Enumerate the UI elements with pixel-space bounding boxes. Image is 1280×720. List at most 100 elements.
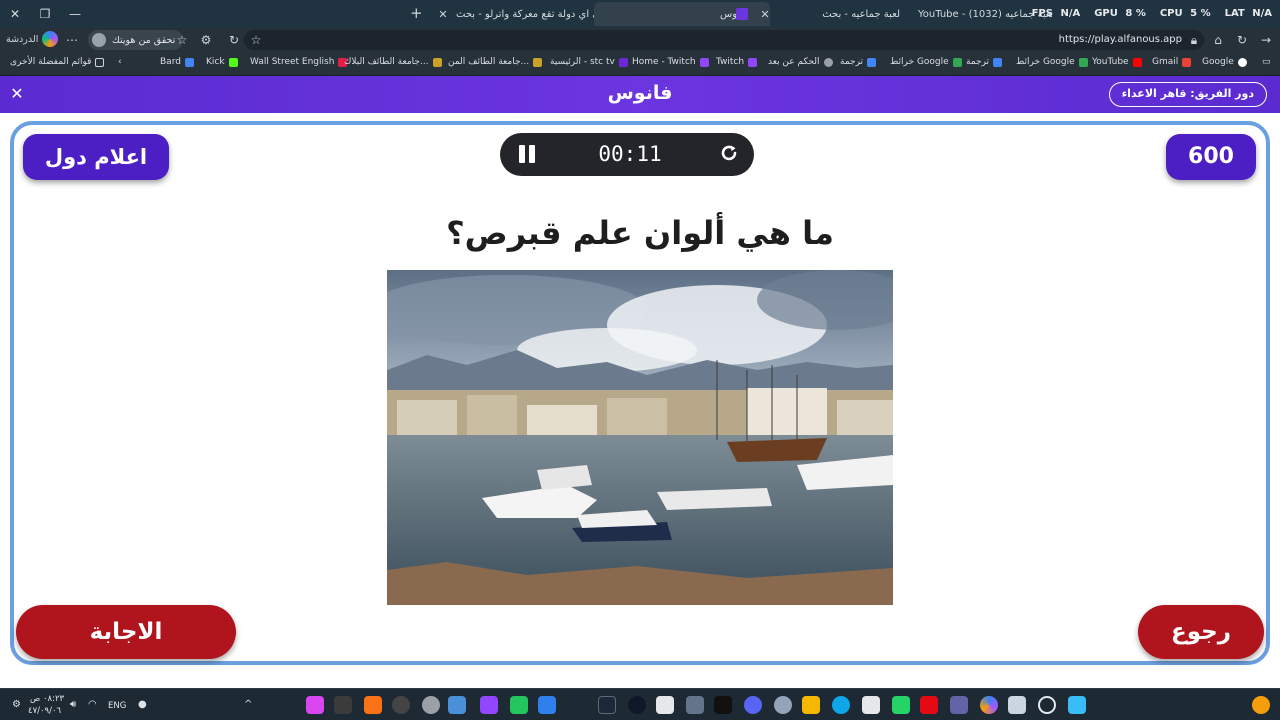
mic-icon[interactable]: ● [138, 699, 147, 710]
cpu-readout: CPU 5 % [1159, 8, 1211, 19]
app-icon[interactable] [686, 696, 704, 714]
app-icon[interactable] [364, 696, 382, 714]
telegram-icon[interactable] [448, 696, 466, 714]
translate-icon [867, 57, 877, 67]
gmail-icon [1182, 57, 1192, 67]
add-favorite-icon[interactable]: ☆ [248, 32, 264, 48]
search-icon[interactable] [1038, 696, 1056, 714]
network-icon[interactable]: ◠ [88, 699, 97, 710]
app-icon[interactable] [306, 696, 324, 714]
settings-icon[interactable] [774, 696, 792, 714]
category-badge: اعلام دول [23, 134, 169, 180]
app-icon[interactable] [334, 696, 352, 714]
performance-overlay: FPS N/A GPU 8 % CPU 5 % LAT N/A [1032, 8, 1272, 19]
tab-label: لعبة جماعيه - بحث [822, 8, 900, 20]
back-arrow-icon[interactable]: → [1258, 32, 1274, 48]
bookmark-item[interactable]: Home - Twitch [632, 57, 709, 67]
vscode-icon[interactable] [538, 696, 556, 714]
twitch-taskbar-icon[interactable] [480, 696, 498, 714]
tab-label: في اي دولة تقع معركة واترلو - بحث [456, 8, 596, 20]
store-icon[interactable] [862, 696, 880, 714]
reset-timer-icon[interactable] [718, 142, 740, 164]
bookmarks-chevron-icon[interactable]: ‹ [118, 57, 122, 67]
tab-waterloo-search[interactable]: ✕ في اي دولة تقع معركة واترلو - بحث [436, 2, 608, 26]
back-button[interactable]: رجوع [1138, 605, 1264, 659]
extensions-icon[interactable]: ⚙ [198, 32, 214, 48]
bookmark-item[interactable]: الحكم عن بعد [768, 57, 833, 67]
bookmark-item[interactable]: Bard [160, 57, 194, 67]
bookmark-item[interactable]: خرائط Google [1016, 57, 1088, 67]
copilot-taskbar-icon[interactable] [980, 696, 998, 714]
more-options-icon[interactable]: ⋯ [64, 32, 80, 48]
bookmark-item[interactable]: جامعة الطائف البلاك... [344, 57, 442, 67]
show-answer-button[interactable]: الاجابة [16, 605, 236, 659]
app-icon[interactable] [392, 696, 410, 714]
profile-button[interactable]: تحقق من هويتك [88, 30, 184, 50]
maps-icon [1078, 57, 1088, 67]
tab-close-icon[interactable]: ✕ [758, 8, 770, 21]
tab-close-icon[interactable]: ✕ [436, 8, 450, 21]
copilot-icon [42, 31, 59, 47]
chat-button[interactable]: الدردشة [6, 31, 59, 47]
tab-alfanous[interactable]: ✕ فانوس [594, 2, 770, 26]
new-tab-icon[interactable]: + [410, 4, 423, 22]
stc-icon [618, 57, 628, 67]
minecraft-icon[interactable] [510, 696, 528, 714]
bookmarks-bar: قوائم المفضلة الأخرى ‹ Bard Kick Wall St… [0, 52, 1280, 76]
file-explorer-icon[interactable] [802, 696, 820, 714]
steam-icon[interactable] [598, 696, 616, 714]
chat-label: الدردشة [6, 33, 39, 45]
bookmarks-menu-icon[interactable]: ▭ [1262, 57, 1271, 67]
bookmark-item[interactable]: YouTube [1092, 57, 1142, 67]
bookmark-item[interactable]: Wall Street English [250, 57, 348, 67]
kick-icon [228, 57, 238, 67]
translate-icon [993, 57, 1003, 67]
windows-start-icon[interactable] [1068, 696, 1086, 714]
settings-tray-icon[interactable]: ⚙ [12, 699, 21, 710]
netflix-icon[interactable] [920, 696, 938, 714]
refresh-extension-icon[interactable]: ↻ [226, 32, 242, 48]
bookmark-item[interactable]: Kick [206, 57, 238, 67]
favorites-icon[interactable]: ☆ [174, 32, 190, 48]
fps-readout: FPS N/A [1031, 8, 1081, 19]
other-favorites[interactable]: قوائم المفضلة الأخرى [10, 57, 105, 67]
app-icon[interactable] [656, 696, 674, 714]
close-game-icon[interactable]: ✕ [8, 84, 26, 104]
home-icon[interactable]: ⌂ [1210, 32, 1226, 48]
language-indicator[interactable]: ENG [108, 701, 126, 711]
task-view-icon[interactable] [1008, 696, 1026, 714]
timer-bar: 00:11 [500, 133, 754, 176]
bookmark-item[interactable]: Google [1202, 57, 1247, 67]
team-turn-badge: دور الفريق: قاهر الاعداء [1108, 82, 1267, 107]
close-window-icon[interactable]: ✕ [4, 3, 26, 25]
teams-icon[interactable] [950, 696, 968, 714]
score-badge: 600 [1166, 134, 1256, 180]
minimize-window-icon[interactable]: — [64, 3, 86, 25]
weather-icon[interactable] [1252, 696, 1270, 714]
reload-icon[interactable]: ↻ [1234, 32, 1250, 48]
bookmark-item[interactable]: Gmail [1152, 57, 1192, 67]
edge-icon[interactable] [832, 696, 850, 714]
alfanous-favicon-icon [736, 8, 748, 20]
whatsapp-icon[interactable] [892, 696, 910, 714]
restore-window-icon[interactable]: ❐ [34, 3, 56, 25]
discord-icon[interactable] [744, 696, 762, 714]
bookmark-item[interactable]: خرائط Google [890, 57, 962, 67]
pause-icon[interactable] [517, 145, 537, 165]
clock-date: ٤٧/٠٩/٠٦ [28, 706, 62, 716]
question-text: ما هي ألوان علم قبرص؟ [446, 214, 834, 252]
bookmark-item[interactable]: ترجمة [966, 57, 1003, 67]
volume-icon[interactable]: 🔊︎ [70, 699, 76, 710]
lat-readout: LAT N/A [1224, 8, 1272, 19]
tab-group-game-search[interactable]: لعبة جماعيه - بحث [776, 2, 906, 26]
app-icon[interactable] [628, 696, 646, 714]
game-header: ✕ فانوس دور الفريق: قاهر الاعداء [0, 76, 1280, 113]
url-field[interactable]: ☆ https://play.alfanous.app 🔒︎ [244, 30, 1204, 50]
bookmark-item[interactable]: الرئيسية - stc tv [550, 57, 628, 67]
app-icon[interactable] [714, 696, 732, 714]
steelseries-icon[interactable] [422, 696, 440, 714]
bookmark-item[interactable]: ترجمة [840, 57, 877, 67]
tray-expand-icon[interactable]: ^ [244, 699, 252, 710]
bookmark-item[interactable]: جامعة الطائف المن... [448, 57, 543, 67]
bookmark-item[interactable]: Twitch [716, 57, 758, 67]
